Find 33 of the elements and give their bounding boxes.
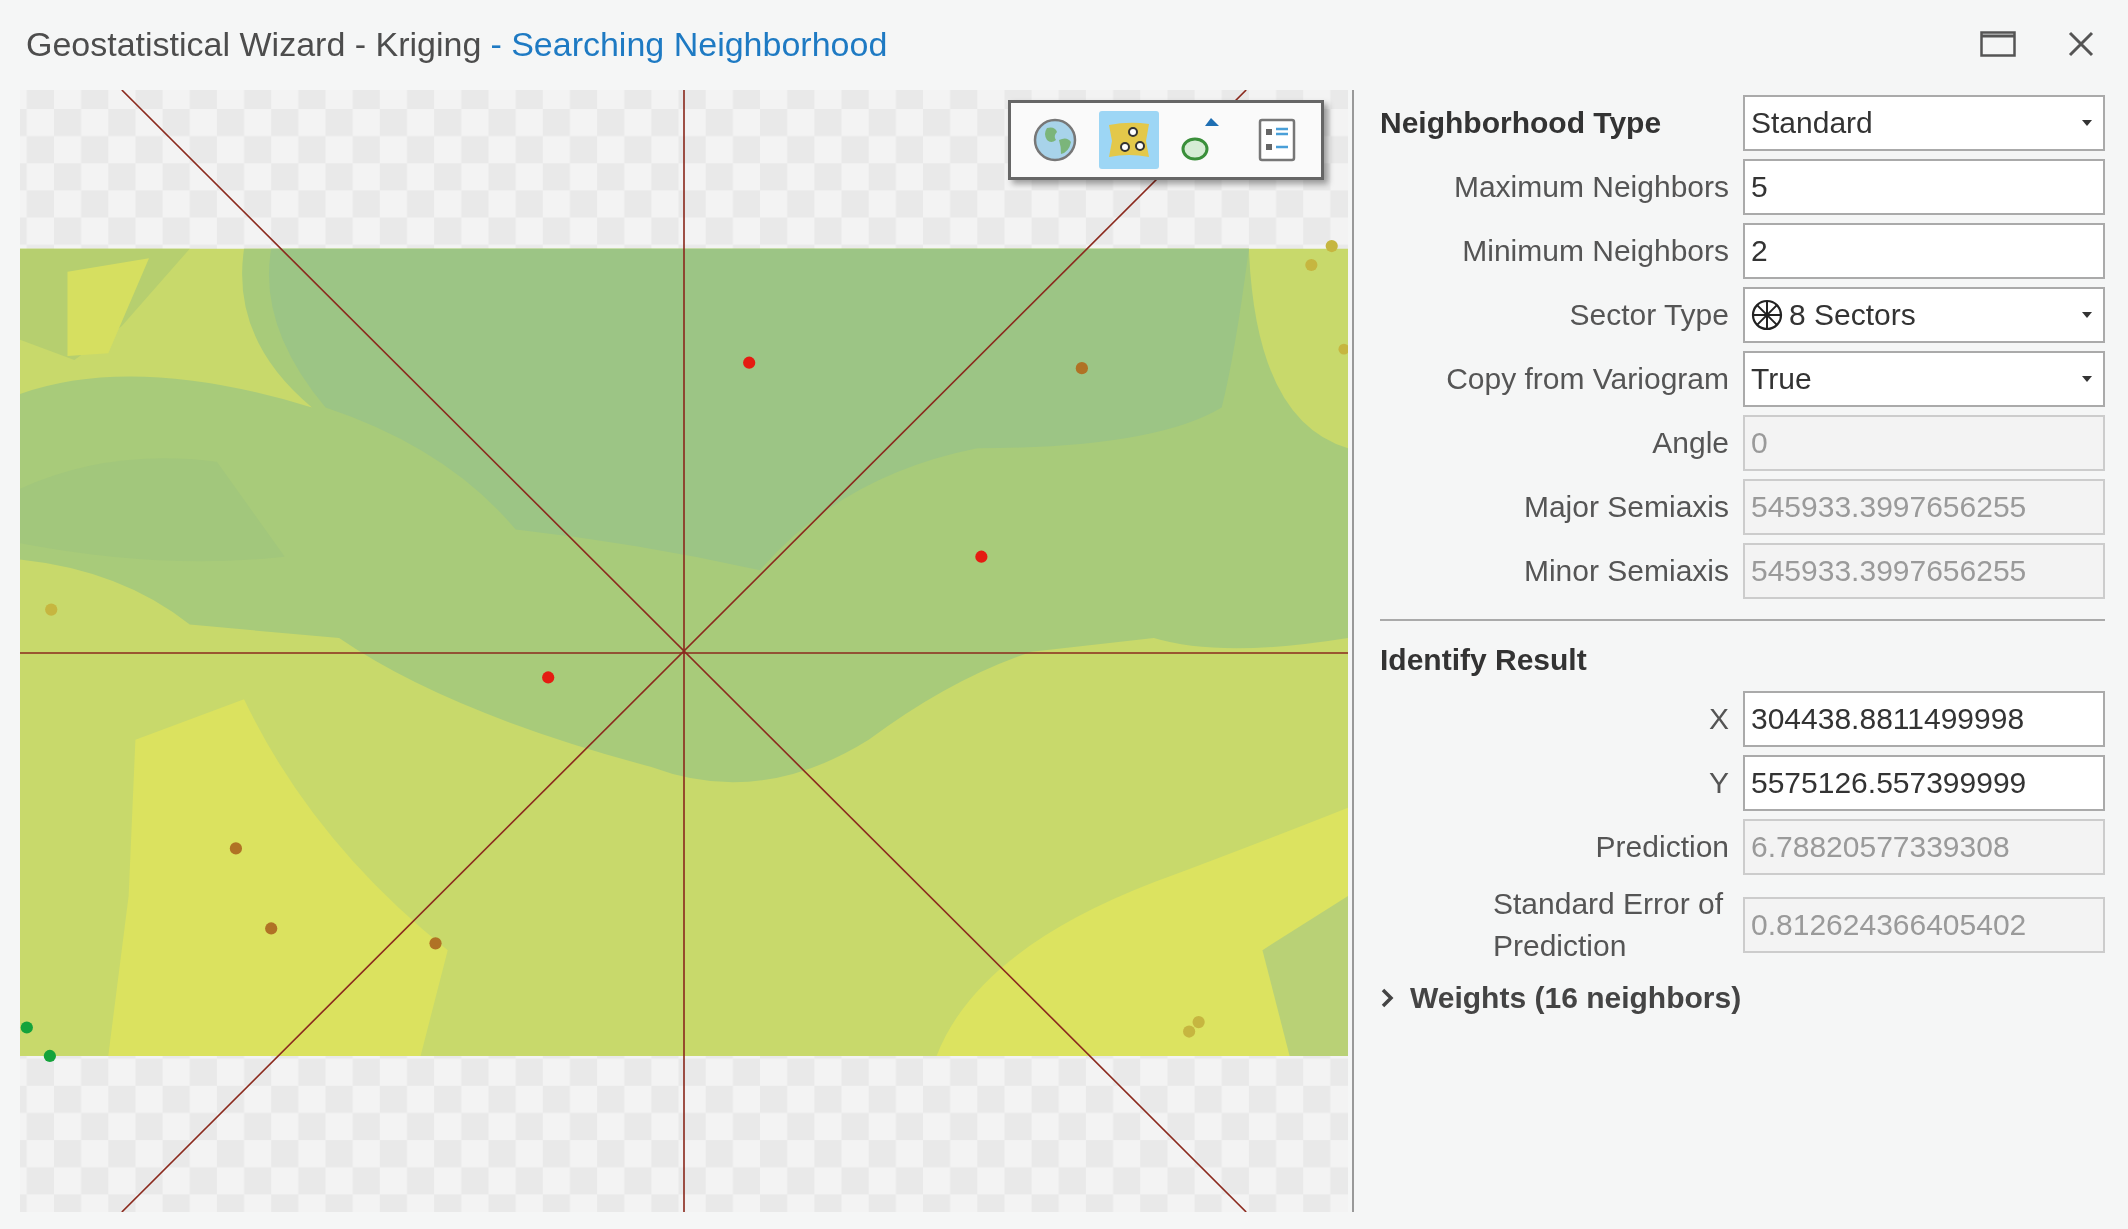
dropdown[interactable]: True	[1743, 351, 2105, 407]
field-label: Copy from Variogram	[1445, 362, 1729, 396]
field-label: Minimum Neighbors	[1461, 234, 1729, 268]
input-field[interactable]: 2	[1743, 223, 2105, 279]
chevron-icon	[1380, 987, 1394, 1009]
section-heading: Identify Result	[1380, 643, 1588, 677]
field-label: Y	[1708, 766, 1729, 800]
window-subtitle: - Searching Neighborhood	[490, 24, 888, 64]
weights-expander[interactable]: Weights (16 neighbors)	[1380, 981, 1742, 1015]
sector-icon	[1751, 299, 1783, 331]
globe-icon	[1033, 118, 1077, 162]
field-label: Prediction	[1594, 830, 1729, 864]
caret-icon	[2081, 375, 2093, 383]
field-label: X	[1708, 702, 1729, 736]
toolbar-button[interactable]	[1099, 111, 1159, 169]
field-label: Standard Error of Prediction	[1493, 886, 1725, 964]
input-field[interactable]: 304438.8811499998	[1743, 691, 2105, 747]
field-label: Maximum Neighbors	[1452, 170, 1729, 204]
input-field[interactable]: 5575126.557399999	[1743, 755, 2105, 811]
list-icon	[1258, 118, 1296, 162]
dropdown[interactable]: 8 Sectors	[1743, 287, 2105, 343]
maximize-icon[interactable]	[1980, 31, 2016, 57]
field-label: Minor Semiaxis	[1522, 554, 1729, 588]
field-label: Sector Type	[1568, 298, 1729, 332]
caret-icon	[2081, 119, 2093, 127]
dropdown[interactable]: Standard	[1743, 95, 2105, 151]
caret-icon	[2081, 311, 2093, 319]
close-icon[interactable]	[2068, 31, 2094, 57]
field-label: Angle	[1651, 426, 1729, 460]
field-label: Neighborhood Type	[1380, 106, 1663, 140]
input-field[interactable]: 5	[1743, 159, 2105, 215]
field-label: Major Semiaxis	[1522, 490, 1729, 524]
window-title: Geostatistical Wizard - Kriging	[26, 24, 482, 64]
